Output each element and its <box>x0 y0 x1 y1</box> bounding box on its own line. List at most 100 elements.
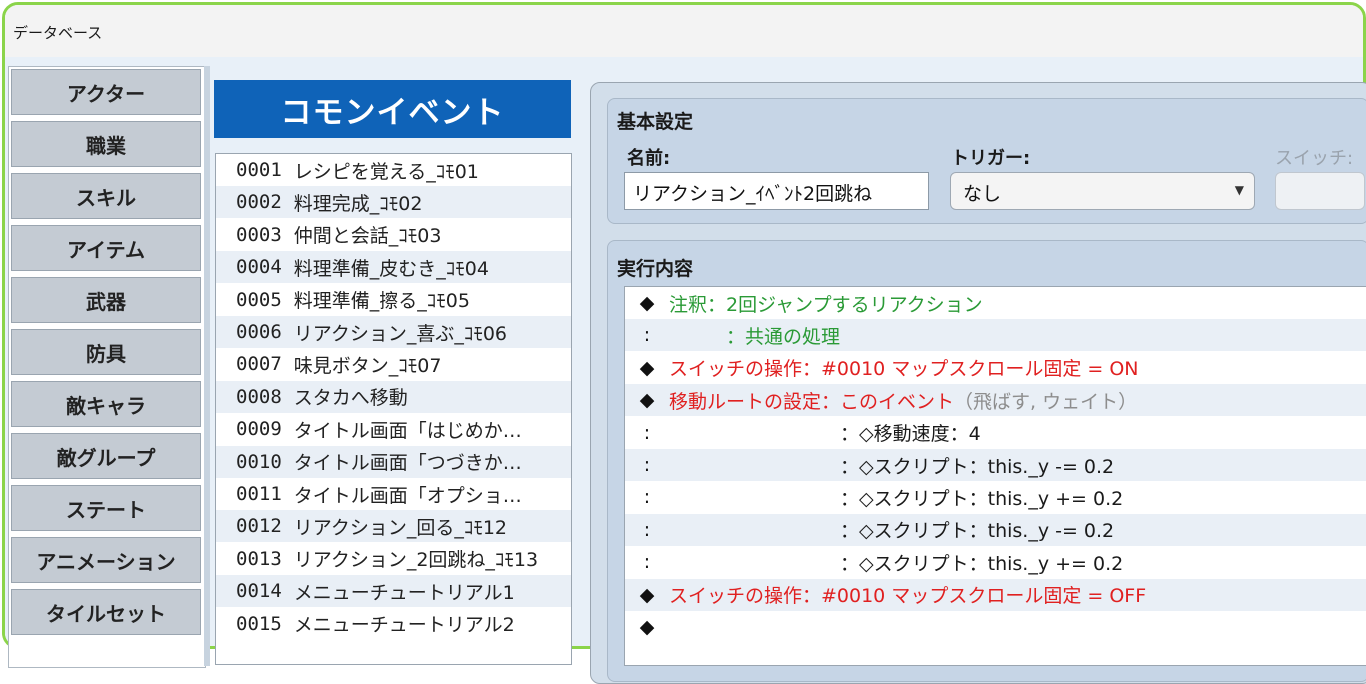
list-item-name: 料理準備_皮むき_ｺﾓ04 <box>293 257 489 280</box>
list-item-number: 0006 <box>236 321 282 343</box>
common-event-list[interactable]: 0001 レシピを覚える_ｺﾓ01 0002 料理完成_ｺﾓ02 0003 仲間と会話_ｺ… <box>215 153 572 665</box>
command-marker: : <box>643 486 651 509</box>
list-item[interactable]: 0014 メニューチュートリアル1 <box>216 575 571 608</box>
list-item-number: 0013 <box>236 547 282 570</box>
title-bar: データベース <box>5 5 1363 57</box>
list-item-number: 0004 <box>236 256 282 279</box>
list-item[interactable]: 0004 料理準備_皮むき_ｺﾓ04 <box>216 251 571 284</box>
name-label: 名前: <box>627 148 671 169</box>
list-item-number: 0012 <box>236 515 282 538</box>
command-text: ：共通の処理 <box>669 325 841 348</box>
command-text: 注釈：2回ジャンプするリアクション <box>669 293 983 316</box>
list-item[interactable]: 0013 リアクション_2回跳ね_ｺﾓ13 <box>216 543 571 575</box>
command-row[interactable]: ◆ スイッチの操作：#0010 マップスクロール固定 = OFF <box>625 578 1366 611</box>
list-item[interactable]: 0006 リアクション_喜ぶ_ｺﾓ06 <box>216 316 571 348</box>
list-item-number: 0001 <box>236 159 282 181</box>
command-row[interactable]: : ：◇スクリプト：this._y -= 0.2 <box>625 513 1366 546</box>
command-marker: : <box>643 518 651 541</box>
list-item[interactable]: 0003 仲間と会話_ｺﾓ03 <box>216 219 571 251</box>
command-marker: : <box>643 324 651 347</box>
switch-label: スイッチ: <box>1275 148 1354 169</box>
list-item-name: レシピを覚える_ｺﾓ01 <box>293 160 479 183</box>
basic-settings-title: 基本設定 <box>617 111 694 133</box>
list-item-name: スタカへ移動 <box>293 387 408 410</box>
list-item[interactable]: 0002 料理完成_ｺﾓ02 <box>216 186 571 219</box>
command-list[interactable]: ◆ 注釈：2回ジャンプするリアクション: ：共通の処理 ◆ スイッチの操作：#0010… <box>624 286 1366 666</box>
list-item-number: 0008 <box>236 385 282 408</box>
command-row[interactable]: ◆ 注釈：2回ジャンプするリアクション <box>625 287 1366 319</box>
list-item-name: タイトル画面「つづきか… <box>293 452 522 475</box>
list-item-number: 0005 <box>236 288 282 311</box>
list-item[interactable]: 0011 タイトル画面「オプショ… <box>216 478 571 510</box>
category-button[interactable]: 敵グループ <box>11 433 201 479</box>
category-button[interactable]: タイルセット <box>11 589 201 635</box>
command-text: スイッチの操作：#0010 マップスクロール固定 = OFF <box>669 585 1147 608</box>
command-marker: ◆ <box>639 292 655 314</box>
command-row[interactable]: : ：共通の処理 <box>625 319 1366 352</box>
category-button[interactable]: 武器 <box>11 277 201 323</box>
command-row[interactable]: : ：◇スクリプト：this._y -= 0.2 <box>625 449 1366 481</box>
command-text: ：◇スクリプト：this._y -= 0.2 <box>669 520 1115 543</box>
list-item-number: 0007 <box>236 353 282 376</box>
command-marker: : <box>643 421 651 444</box>
name-field[interactable]: リアクション_ｲﾍﾞﾝﾄ2回跳ね <box>624 172 929 210</box>
list-item-number: 0003 <box>236 223 282 246</box>
list-item[interactable]: 0005 料理準備_擦る_ｺﾓ05 <box>216 284 571 316</box>
command-suffix: （飛ばす, ウェイト） <box>954 390 1138 413</box>
category-button[interactable]: 敵キャラ <box>11 381 201 427</box>
list-item-name: リアクション_2回跳ね_ｺﾓ13 <box>293 549 539 572</box>
category-button[interactable]: アクター <box>11 69 201 115</box>
list-item[interactable]: 0007 味見ボタン_ｺﾓ07 <box>216 348 571 380</box>
command-text: スイッチの操作：#0010 マップスクロール固定 = ON <box>669 358 1139 381</box>
list-item-name: 料理完成_ｺﾓ02 <box>293 192 423 215</box>
list-item-name: 料理準備_擦る_ｺﾓ05 <box>293 290 470 313</box>
command-row[interactable]: : ：◇移動速度：4 <box>625 417 1366 449</box>
list-item-name: リアクション_回る_ｺﾓ12 <box>293 516 507 539</box>
command-marker: ◆ <box>639 616 655 638</box>
window-title: データベース <box>13 24 103 42</box>
command-row[interactable]: ◆ スイッチの操作：#0010 マップスクロール固定 = ON <box>625 352 1366 384</box>
column-divider[interactable] <box>204 66 210 666</box>
category-button[interactable]: 職業 <box>11 121 201 167</box>
list-item-name: タイトル画面「オプショ… <box>293 484 522 507</box>
list-item-name: 仲間と会話_ｺﾓ03 <box>293 225 442 248</box>
list-item-number: 0011 <box>236 483 282 505</box>
list-item[interactable]: 0012 リアクション_回る_ｺﾓ12 <box>216 510 571 543</box>
switch-select <box>1275 172 1365 210</box>
list-item[interactable]: 0008 スタカへ移動 <box>216 380 571 413</box>
category-button[interactable]: アイテム <box>11 225 201 271</box>
chevron-down-icon: ▼ <box>1234 183 1244 197</box>
command-row[interactable]: : ：◇スクリプト：this._y += 0.2 <box>625 546 1366 578</box>
category-button[interactable]: スキル <box>11 173 201 219</box>
category-button[interactable]: ステート <box>11 485 201 531</box>
command-row[interactable]: ◆ 移動ルートの設定：このイベント （飛ばす, ウェイト） <box>625 384 1366 417</box>
list-item[interactable]: 0015 メニューチュートリアル2 <box>216 608 571 640</box>
list-header: コモンイベント <box>214 80 571 138</box>
command-marker: : <box>643 551 651 574</box>
command-marker: : <box>643 454 651 476</box>
command-text: ：◇スクリプト：this._y -= 0.2 <box>669 455 1115 478</box>
trigger-value: なし <box>963 183 1002 205</box>
list-item-number: 0009 <box>236 418 282 441</box>
list-item-name: リアクション_喜ぶ_ｺﾓ06 <box>293 322 507 345</box>
list-item[interactable]: 0001 レシピを覚える_ｺﾓ01 <box>216 154 571 186</box>
command-row[interactable]: : ：◇スクリプト：this._y += 0.2 <box>625 481 1366 513</box>
list-item-number: 0015 <box>236 612 282 635</box>
command-marker: ◆ <box>639 356 655 379</box>
list-item[interactable]: 0010 タイトル画面「つづきか… <box>216 445 571 478</box>
trigger-label: トリガー: <box>951 148 1031 169</box>
command-text: ：◇移動速度：4 <box>669 423 981 446</box>
list-item-number: 0010 <box>236 450 282 473</box>
list-item[interactable]: 0009 タイトル画面「はじめか… <box>216 413 571 445</box>
category-column: アクター職業スキルアイテム武器防具敵キャラ敵グループステートアニメーション タイル… <box>8 66 206 668</box>
category-button[interactable]: アニメーション <box>11 537 201 583</box>
trigger-select[interactable]: なし ▼ <box>950 172 1255 210</box>
list-item-number: 0014 <box>236 580 282 603</box>
command-row[interactable]: ◆ <box>625 611 1366 643</box>
category-button[interactable]: 防具 <box>11 329 201 375</box>
command-marker: ◆ <box>639 583 655 606</box>
command-text: 移動ルートの設定：このイベント <box>669 390 955 413</box>
list-item-name: 味見ボタン_ｺﾓ07 <box>293 354 442 377</box>
command-text: ：◇スクリプト：this._y += 0.2 <box>669 487 1124 510</box>
list-item-name: メニューチュートリアル2 <box>293 614 515 637</box>
